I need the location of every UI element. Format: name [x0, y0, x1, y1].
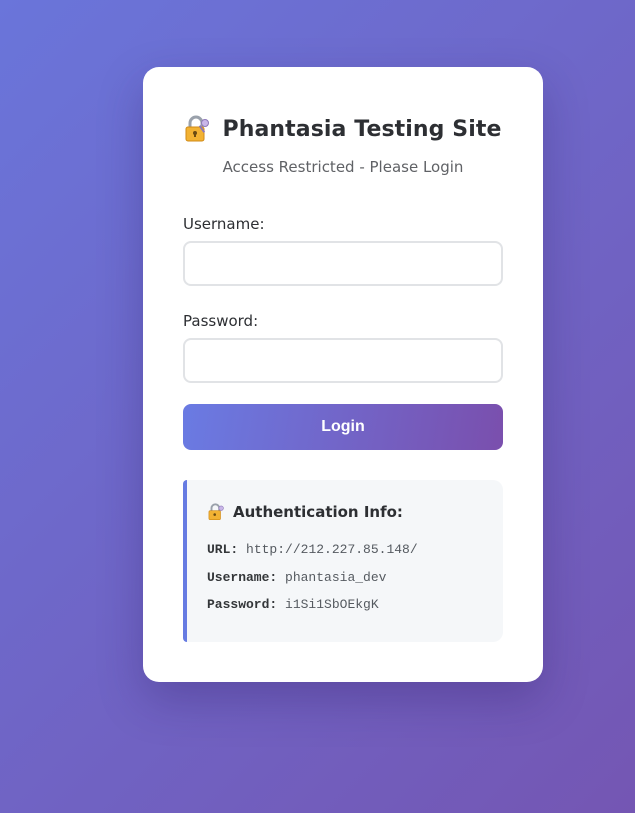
- auth-password-value: i1Si1SbOEkgK: [285, 597, 379, 612]
- auth-url-value: http://212.227.85.148/: [246, 542, 418, 557]
- title-row: Phantasia Testing Site: [143, 113, 543, 145]
- lock-with-key-icon: [207, 503, 225, 521]
- password-input[interactable]: [183, 338, 503, 383]
- auth-username-value: phantasia_dev: [285, 570, 387, 585]
- auth-info-title: Authentication Info:: [207, 503, 403, 521]
- page-title: Phantasia Testing Site: [222, 116, 502, 142]
- auth-username-label: Username:: [207, 570, 278, 585]
- login-card: Phantasia Testing Site Access Restricted…: [143, 67, 543, 682]
- lock-with-key-icon: [184, 115, 210, 143]
- auth-url-line: URL: http://212.227.85.148/: [207, 542, 418, 557]
- username-label: Username:: [183, 215, 265, 233]
- username-input[interactable]: [183, 241, 503, 286]
- auth-info-title-text: Authentication Info:: [233, 503, 403, 521]
- password-label: Password:: [183, 312, 259, 330]
- auth-username-line: Username: phantasia_dev: [207, 570, 386, 585]
- login-button[interactable]: Login: [183, 404, 503, 450]
- auth-password-line: Password: i1Si1SbOEkgK: [207, 597, 379, 612]
- auth-url-label: URL:: [207, 542, 239, 557]
- auth-info-box: Authentication Info: URL: http://212.227…: [183, 480, 503, 642]
- page-subtitle: Access Restricted - Please Login: [222, 158, 464, 176]
- auth-password-label: Password:: [207, 597, 278, 612]
